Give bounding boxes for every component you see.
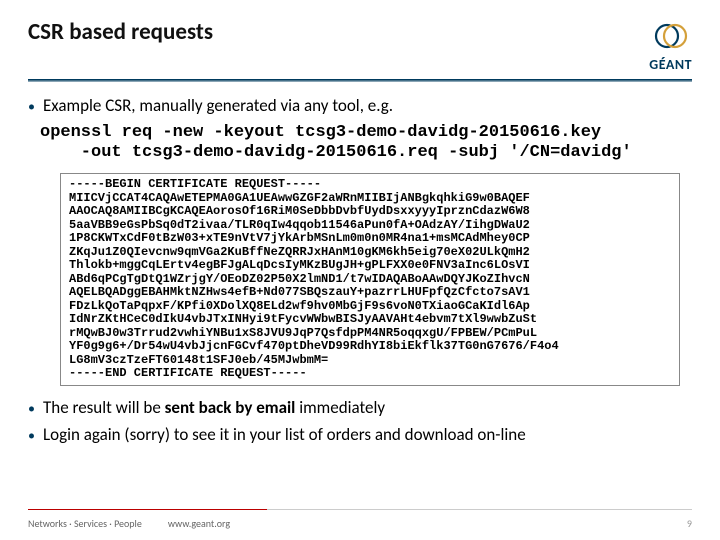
certificate-request-content: -----BEGIN CERTIFICATE REQUEST----- MIIC…	[69, 178, 671, 381]
logo-text: GÉANT	[649, 56, 692, 73]
bullet-1: • Example CSR, manually generated via an…	[28, 96, 692, 117]
bullet-dot-icon: •	[28, 399, 35, 419]
footer-tagline: Networks · Services · People	[28, 517, 142, 530]
bullet-2-bold: sent back by email	[165, 397, 296, 418]
bullet-1-text: Example CSR, manually generated via any …	[43, 96, 393, 116]
page-number: 9	[687, 517, 692, 530]
openssl-command: openssl req -new -keyout tcsg3-demo-davi…	[40, 123, 692, 163]
bullet-2-text: The result will be sent back by email im…	[43, 398, 385, 418]
bullet-2: • The result will be sent back by email …	[28, 398, 692, 419]
bullet-dot-icon: •	[28, 426, 35, 446]
page-title: CSR based requests	[28, 18, 213, 46]
logo: GÉANT	[649, 18, 692, 73]
footer-rule	[28, 509, 692, 510]
bullet-2-post: immediately	[295, 397, 385, 418]
logo-icon	[653, 18, 689, 54]
bullet-2-pre: The result will be	[43, 397, 165, 418]
certificate-request-box: -----BEGIN CERTIFICATE REQUEST----- MIIC…	[60, 173, 680, 386]
footer: Networks · Services · People www.geant.o…	[0, 517, 720, 530]
bullet-3: • Login again (sorry) to see it in your …	[28, 425, 692, 446]
bullet-dot-icon: •	[28, 97, 35, 117]
bullet-3-text: Login again (sorry) to see it in your li…	[43, 425, 526, 445]
footer-url: www.geant.org	[168, 517, 230, 530]
